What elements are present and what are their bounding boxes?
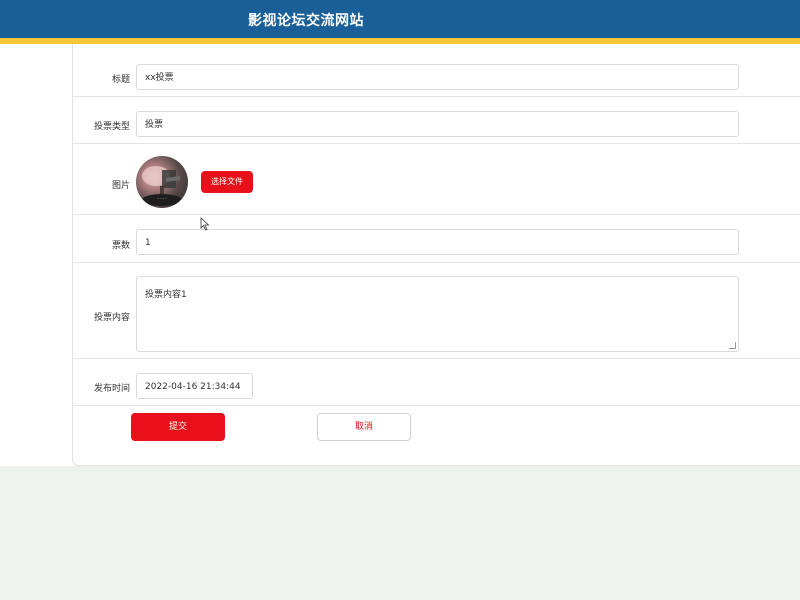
vote-type-input[interactable]: 投票 <box>136 111 739 137</box>
image-preview: ~~~~ <box>136 156 188 208</box>
title-label: 标题 <box>111 75 130 85</box>
site-title: 影视论坛交流网站 <box>248 13 364 29</box>
vote-content-text: 投票内容1 <box>145 290 187 300</box>
row-divider <box>72 262 800 263</box>
row-divider <box>72 358 800 359</box>
site-header: 影视论坛交流网站 <box>0 0 800 38</box>
vote-content-textarea[interactable]: 投票内容1 <box>136 276 739 352</box>
title-input[interactable]: xx投票 <box>136 64 739 90</box>
cancel-button[interactable]: 取消 <box>317 413 411 441</box>
publish-time-label: 发布时间 <box>93 384 130 394</box>
row-divider <box>72 214 800 215</box>
row-divider <box>72 143 800 144</box>
svg-text:~~~~: ~~~~ <box>157 196 168 200</box>
row-divider <box>72 405 800 406</box>
image-label: 图片 <box>111 181 130 191</box>
form-card <box>72 44 800 466</box>
resize-handle-icon[interactable] <box>729 342 736 349</box>
row-divider <box>72 96 800 97</box>
mouse-cursor-icon <box>200 217 210 231</box>
submit-button[interactable]: 提交 <box>131 413 225 441</box>
image-thumbnail-icon: ~~~~ <box>142 166 182 206</box>
vote-count-label: 票数 <box>111 241 130 251</box>
vote-type-label: 投票类型 <box>93 122 130 132</box>
vote-content-label: 投票内容 <box>93 313 130 323</box>
publish-time-input[interactable]: 2022-04-16 21:34:44 <box>136 373 253 399</box>
choose-file-button[interactable]: 选择文件 <box>201 171 253 193</box>
vote-count-input[interactable]: 1 <box>136 229 739 255</box>
